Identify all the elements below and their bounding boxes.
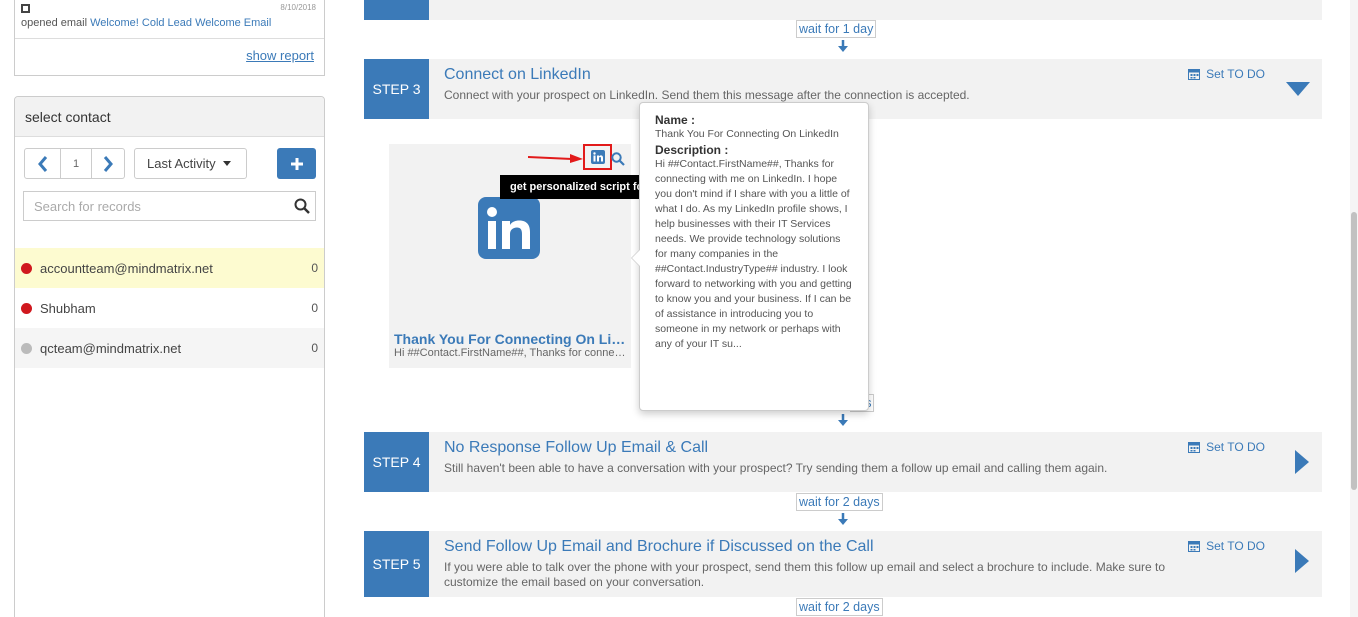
- activity-date: 8/10/2018: [280, 3, 316, 12]
- step-number: STEP 4: [364, 432, 429, 492]
- plus-icon: [290, 157, 303, 170]
- preview-search-icon[interactable]: [611, 152, 625, 166]
- set-todo-button[interactable]: Set TO DO: [1188, 440, 1265, 454]
- chevron-left-icon: [37, 155, 47, 172]
- step-description: If you were able to talk over the phone …: [444, 560, 1166, 589]
- popover-description-value: Hi ##Contact.FirstName##, Thanks for con…: [655, 158, 852, 350]
- contact-row[interactable]: Shubham 0: [15, 288, 324, 328]
- page-number[interactable]: 1: [61, 148, 92, 179]
- step-number: STEP 5: [364, 531, 429, 597]
- annotation-arrow-icon: [528, 154, 583, 163]
- template-preview-text: Hi ##Contact.FirstName##, Thanks for con…: [394, 347, 626, 359]
- set-todo-label: Set TO DO: [1206, 67, 1265, 81]
- panel-title: select contact: [15, 97, 324, 137]
- arrow-down-icon: [838, 414, 848, 426]
- scrollbar-thumb[interactable]: [1351, 212, 1357, 490]
- sort-label: Last Activity: [147, 156, 216, 171]
- set-todo-button[interactable]: Set TO DO: [1188, 67, 1265, 81]
- add-contact-button[interactable]: [277, 148, 316, 179]
- contact-row[interactable]: qcteam@mindmatrix.net 0: [15, 328, 324, 368]
- linkedin-logo-icon: [478, 197, 540, 259]
- status-dot-icon: [21, 302, 32, 314]
- show-report-link[interactable]: show report: [246, 48, 314, 63]
- step-5[interactable]: STEP 5 Send Follow Up Email and Brochure…: [364, 531, 1322, 597]
- next-page-button[interactable]: [92, 148, 125, 179]
- calendar-icon: [1188, 442, 1201, 453]
- step-number: STEP 3: [364, 59, 429, 119]
- search-field: [23, 191, 316, 221]
- previous-step-stub: [364, 0, 1322, 20]
- template-title[interactable]: Thank You For Connecting On LinkedIn: [394, 331, 626, 347]
- search-icon[interactable]: [289, 192, 315, 220]
- step-title[interactable]: Connect on LinkedIn: [444, 66, 591, 84]
- select-contact-panel: select contact 1 Last Activity accountte…: [14, 96, 325, 617]
- popover-caret: [631, 249, 640, 267]
- divider: [15, 38, 324, 39]
- set-todo-label: Set TO DO: [1206, 440, 1265, 454]
- step-title[interactable]: Send Follow Up Email and Brochure if Dis…: [444, 538, 874, 556]
- activity-opened-label: opened email: [21, 17, 88, 29]
- search-input[interactable]: [24, 192, 289, 220]
- arrow-down-icon: [838, 513, 848, 525]
- arrow-down-icon: [838, 40, 848, 52]
- activity-email-link[interactable]: Welcome! Cold Lead Welcome Email: [90, 17, 271, 29]
- set-todo-label: Set TO DO: [1206, 539, 1265, 553]
- set-todo-button[interactable]: Set TO DO: [1188, 539, 1265, 553]
- popover-name-label: Name :: [655, 113, 696, 127]
- recent-activity-panel: 8/10/2018 opened email Welcome! Cold Lea…: [14, 0, 325, 76]
- contact-name: Shubham: [40, 300, 96, 316]
- caret-down-icon: [222, 161, 231, 166]
- contact-name: accountteam@mindmatrix.net: [40, 260, 213, 276]
- status-dot-icon: [21, 342, 32, 354]
- pagination: 1: [24, 148, 125, 179]
- step-4[interactable]: STEP 4 No Response Follow Up Email & Cal…: [364, 432, 1322, 492]
- contact-list: accountteam@mindmatrix.net 0 Shubham 0 q…: [15, 248, 324, 368]
- contact-row[interactable]: accountteam@mindmatrix.net 0: [15, 248, 324, 288]
- contact-count: 0: [311, 261, 318, 275]
- previous-page-button[interactable]: [24, 148, 61, 179]
- chevron-down-icon[interactable]: [1286, 82, 1310, 96]
- step-description: Connect with your prospect on LinkedIn. …: [444, 88, 970, 102]
- popover-description-label: Description :: [655, 143, 729, 157]
- contact-count: 0: [311, 301, 318, 315]
- linkedin-icon: [590, 150, 605, 164]
- step-title[interactable]: No Response Follow Up Email & Call: [444, 439, 708, 457]
- calendar-icon: [1188, 69, 1201, 80]
- popover-name-value: Thank You For Connecting On LinkedIn: [655, 128, 839, 140]
- wait-label: wait for 2 days: [796, 493, 883, 511]
- activity-text: opened email Welcome! Cold Lead Welcome …: [21, 17, 271, 29]
- checkbox-icon: [21, 4, 30, 13]
- template-details-popover: Name : Thank You For Connecting On Linke…: [631, 102, 869, 411]
- contact-count: 0: [311, 341, 318, 355]
- chevron-right-icon[interactable]: [1295, 549, 1309, 573]
- calendar-icon: [1188, 541, 1201, 552]
- step-description: Still haven't been able to have a conver…: [444, 461, 1108, 475]
- chevron-right-icon: [103, 155, 113, 172]
- wait-label: wait for 2 days: [796, 598, 883, 616]
- wait-label: wait for 1 day: [796, 20, 877, 38]
- sort-dropdown[interactable]: Last Activity: [134, 148, 247, 179]
- chevron-right-icon[interactable]: [1295, 450, 1309, 474]
- personalized-script-button[interactable]: [583, 144, 612, 170]
- status-dot-icon: [21, 262, 32, 274]
- contact-name: qcteam@mindmatrix.net: [40, 340, 182, 356]
